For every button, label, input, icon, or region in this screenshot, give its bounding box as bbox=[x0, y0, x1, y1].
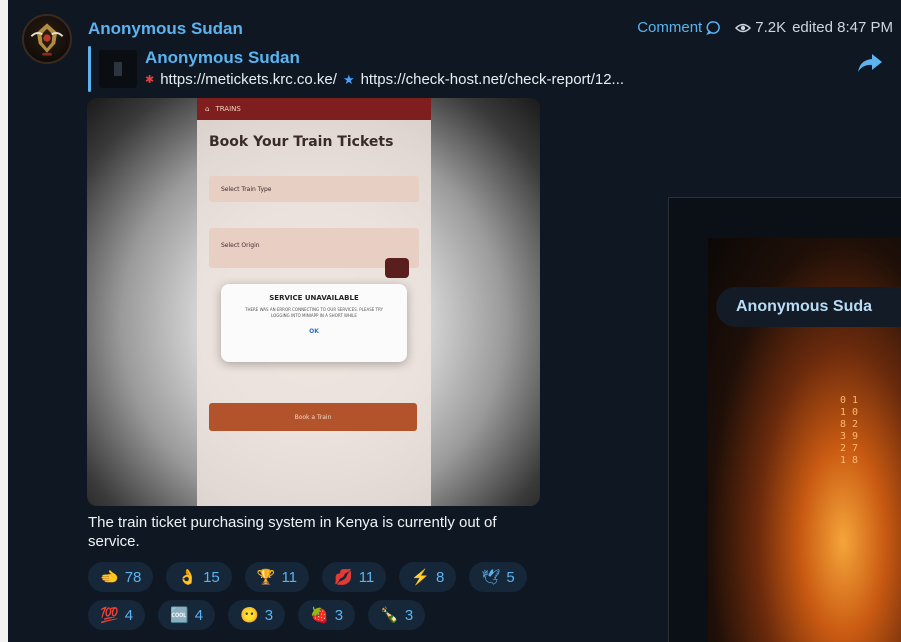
phone-app-bar-title: TRAINS bbox=[215, 105, 241, 113]
reaction-pill[interactable]: 💯 4 bbox=[88, 600, 146, 630]
reaction-count: 15 bbox=[203, 568, 220, 586]
strawberry-emoji-icon: 🍓 bbox=[310, 607, 329, 624]
window-edge bbox=[0, 0, 8, 642]
reply-text: ✱ https://metickets.krc.co.ke/ ★ https:/… bbox=[145, 71, 624, 88]
dialog-ok: OK bbox=[309, 328, 319, 335]
reply-accent-bar bbox=[88, 46, 91, 92]
reaction-pill[interactable]: ⚡ 8 bbox=[399, 562, 457, 592]
views-count: 7.2K bbox=[755, 19, 787, 36]
reaction-count: 4 bbox=[124, 606, 134, 624]
reaction-pill[interactable]: 🫲 78 bbox=[88, 562, 154, 592]
reaction-pill[interactable]: 💋 11 bbox=[322, 562, 387, 592]
phone-app-bar: ⌂ TRAINS bbox=[197, 98, 431, 120]
dove-emoji-icon: 🕊 bbox=[481, 569, 501, 586]
reaction-count: 11 bbox=[281, 568, 298, 586]
comment-bubble-icon bbox=[706, 21, 721, 35]
eye-icon bbox=[735, 23, 752, 32]
phone-dark-button bbox=[385, 258, 409, 278]
phone-page-title: Book Your Train Tickets bbox=[209, 134, 394, 150]
reaction-count: 4 bbox=[194, 606, 204, 624]
reply-author: Anonymous Sudan bbox=[145, 48, 300, 67]
blue-star-icon: ★ bbox=[342, 71, 355, 87]
views-counter: 7.2K bbox=[735, 19, 786, 36]
post-meta: Comment 7.2K edited 8:47 PM bbox=[637, 19, 893, 36]
red-star-icon: ✱ bbox=[145, 74, 155, 86]
reaction-count: 5 bbox=[506, 568, 515, 586]
ok-hand-emoji-icon: 👌 bbox=[178, 569, 198, 586]
reply-thumbnail bbox=[99, 50, 137, 88]
face-emoji-icon: 😶 bbox=[240, 607, 259, 624]
forwarded-reply[interactable]: Anonymous Sudan ✱ https://metickets.krc.… bbox=[88, 46, 624, 92]
reaction-count: 3 bbox=[334, 606, 344, 624]
reaction-pill[interactable]: 🍓 3 bbox=[298, 600, 356, 630]
reaction-count: 78 bbox=[124, 568, 142, 586]
reaction-pill[interactable]: 🕊 5 bbox=[469, 562, 527, 592]
reaction-count: 11 bbox=[358, 568, 375, 586]
channel-name[interactable]: Anonymous Sudan bbox=[88, 19, 243, 39]
reactions: 🫲 78 👌 15 🏆 11 💋 11 ⚡ 8 🕊 5 💯 4 🆒 4 😶 3 🍓 3 🍾 3 bbox=[88, 562, 588, 638]
reaction-pill[interactable]: 👌 15 bbox=[166, 562, 232, 592]
trophy-emoji-icon: 🏆 bbox=[256, 569, 276, 586]
reply-link-1[interactable]: https://metickets.krc.co.ke/ bbox=[160, 71, 337, 88]
phone-book-button: Book a Train bbox=[209, 403, 417, 431]
lightning-emoji-icon: ⚡ bbox=[411, 569, 430, 586]
edited-time: edited 8:47 PM bbox=[792, 19, 893, 36]
reaction-row-1: 🫲 78 👌 15 🏆 11 💋 11 ⚡ 8 🕊 5 bbox=[88, 562, 588, 592]
hundred-emoji-icon: 💯 bbox=[100, 607, 119, 624]
cool-emoji-icon: 🆒 bbox=[170, 607, 189, 624]
code-rain-decoration: 0 11 08 23 92 71 8 bbox=[840, 395, 859, 466]
reaction-count: 3 bbox=[264, 606, 274, 624]
reaction-count: 3 bbox=[404, 606, 414, 624]
side-post-label: Anonymous Suda bbox=[716, 287, 901, 327]
dialog-title: SERVICE UNAVAILABLE bbox=[269, 294, 359, 302]
dialog-message: THERE WAS AN ERROR CONNECTING TO OUR SER… bbox=[245, 307, 383, 318]
share-icon[interactable] bbox=[857, 52, 883, 74]
reaction-count: 8 bbox=[435, 568, 445, 586]
reaction-pill[interactable]: 🏆 11 bbox=[244, 562, 310, 592]
phone-field-train-type: Select Train Type bbox=[209, 176, 419, 202]
service-dialog: SERVICE UNAVAILABLE THERE WAS AN ERROR C… bbox=[221, 284, 407, 362]
champagne-emoji-icon: 🍾 bbox=[380, 607, 399, 624]
channel-logo-icon bbox=[30, 23, 64, 56]
reply-body: Anonymous Sudan ✱ https://metickets.krc.… bbox=[145, 46, 624, 92]
comment-link[interactable]: Comment bbox=[637, 19, 721, 36]
home-icon: ⌂ bbox=[205, 105, 210, 113]
channel-avatar[interactable] bbox=[22, 14, 72, 64]
reaction-pill[interactable]: 😶 3 bbox=[228, 600, 286, 630]
post-photo[interactable]: ⌂ TRAINS Book Your Train Tickets Select … bbox=[87, 98, 540, 506]
reply-link-2[interactable]: https://check-host.net/check-report/12..… bbox=[361, 71, 624, 88]
post-caption: The train ticket purchasing system in Ke… bbox=[88, 514, 497, 550]
reaction-row-2: 💯 4 🆒 4 😶 3 🍓 3 🍾 3 bbox=[88, 600, 588, 630]
reaction-pill[interactable]: 🆒 4 bbox=[158, 600, 216, 630]
kiss-lips-emoji-icon: 💋 bbox=[334, 569, 353, 586]
left-hand-emoji-icon: 🫲 bbox=[100, 569, 119, 586]
comment-label: Comment bbox=[637, 19, 703, 36]
reaction-pill[interactable]: 🍾 3 bbox=[368, 600, 426, 630]
